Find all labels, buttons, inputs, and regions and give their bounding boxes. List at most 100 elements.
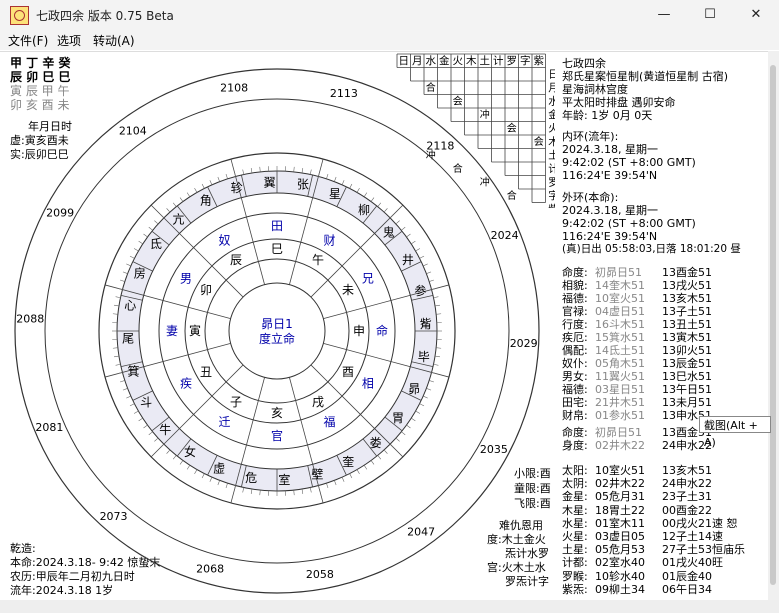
minimize-button[interactable]: — [641, 0, 687, 30]
grid-header: 土 [480, 54, 491, 67]
mansion-label: 箕 [128, 365, 140, 379]
star-row: 太阳: 10室火51 13亥木51 [562, 462, 767, 477]
palace-label: 相 [362, 377, 374, 391]
grid-cell: 会 [534, 135, 544, 148]
rp-title-3: 星海詞林宫度 [562, 83, 628, 96]
grid-side: 计 [548, 162, 555, 175]
grid-side: 日 [548, 69, 555, 81]
menu-rotate[interactable]: 转动(A) [93, 32, 135, 49]
star-row: 金星: 05危月31 23子土31 [562, 488, 767, 503]
feixian: 飞限:酉 [514, 497, 551, 510]
mansion-label: 奎 [342, 454, 354, 469]
year-label: 2081 [35, 421, 63, 434]
mingdu-val1: 初昴日51 [595, 426, 642, 439]
palace-row: 行度: 16斗木51 13丑土51 [562, 316, 762, 331]
xiaoxian: 小限:酉 [514, 467, 551, 480]
window-title: 七政四余 版本 0.75 Beta [36, 9, 174, 23]
grid-side: 月 [548, 82, 555, 94]
palace-label: 命 [376, 323, 388, 338]
nanchou-label: 难仇恩用 [499, 519, 543, 532]
mansion-label: 昴 [408, 382, 420, 396]
palace-row: 福德: 10室火51 13亥木51 [562, 290, 762, 305]
star-name: 紫炁: [562, 582, 588, 596]
year-label: 2029 [510, 337, 538, 350]
mansion-label: 尾 [122, 332, 134, 346]
status-bar [0, 600, 779, 613]
star-row: 紫炁: 09柳土34 06午日34 [562, 581, 767, 596]
grid-header: 金 [439, 54, 450, 67]
branch-label: 卯 [200, 283, 212, 297]
grid-side: 金 [548, 108, 555, 121]
mansion-label: 室 [278, 472, 290, 487]
branch-label: 未 [342, 283, 354, 297]
palace-row: 男女: 11翼火51 13巳水51 [562, 368, 762, 383]
grid-header: 罗 [507, 55, 518, 67]
maximize-button[interactable]: ☐ [687, 0, 733, 30]
mansion-label: 危 [245, 471, 257, 485]
grid-header: 字 [520, 54, 531, 67]
inner-ring-coord: 116:24'E 39:54'N [562, 169, 658, 182]
mingdu-label: 命度: [562, 426, 588, 439]
menu-file[interactable]: 文件(F) [8, 32, 48, 49]
close-button[interactable]: ✕ [733, 0, 779, 30]
year-label: 2035 [480, 443, 508, 456]
chart-canvas: 甲 丁 辛 癸 辰 卯 巳 巳 寅 辰 甲 午 卯 亥 酉 未 年月日时 虚:寅… [0, 51, 768, 601]
star-row: 罗睺: 10轸水40 01辰金40 [562, 568, 767, 583]
aspect-grid: 日月水金火木土计罗字紫日月水金火木土计罗字紫合会冲会会冲合冲合 [396, 53, 555, 209]
palace-label: 财 [323, 233, 335, 247]
shendu-val1: 02井木22 [595, 439, 645, 452]
mansion-label: 娄 [370, 435, 382, 450]
star-row: 太阴: 02井木22 24申水22 [562, 475, 767, 490]
branch-label: 丑 [200, 365, 212, 379]
menu-options[interactable]: 选项 [57, 32, 81, 49]
du-line-2: 炁计水罗 [505, 547, 549, 560]
grid-header: 日 [399, 55, 410, 67]
branch-label: 子 [230, 395, 242, 409]
outer-ring-label: 外环(本命): [562, 191, 619, 204]
menu-bar: 文件(F) 选项 转动(A) [0, 30, 779, 50]
mansion-label: 角 [200, 193, 212, 207]
mansion-label: 虚 [213, 461, 225, 475]
mansion-label: 心 [124, 298, 136, 312]
grid-side: 火 [548, 123, 555, 135]
inner-ring-label: 内环(流年): [562, 130, 619, 143]
palace-row: 福德: 03星日51 13午日51 [562, 381, 762, 396]
star-row: 计都: 02室水40 01戌火40 旺 [562, 554, 767, 569]
branch-label: 酉 [342, 365, 354, 379]
star-row: 木星: 18胃土22 00酉金22 [562, 502, 767, 517]
palace-label: 兄 [362, 272, 374, 286]
star-row: 火星: 03虚日05 12子土14 速 [562, 528, 767, 543]
grid-header: 木 [466, 55, 477, 67]
mansion-label: 星 [329, 187, 341, 201]
branch-label: 午 [312, 253, 324, 267]
branch-label: 亥 [271, 406, 283, 420]
mansion-label: 参 [414, 283, 426, 298]
scrollbar-thumb[interactable] [770, 65, 776, 585]
palace-row: 疾厄: 15箕水51 13寅木51 [562, 329, 762, 344]
palace-label: 田 [271, 219, 283, 233]
star-row: 水星: 01室木11 00戌火21 速 恕 [562, 515, 767, 530]
vertical-scrollbar[interactable] [768, 51, 779, 600]
mansion-label: 轸 [231, 181, 243, 195]
grid-header: 水 [426, 55, 437, 67]
du-line-1: 度:木土金火 [487, 533, 546, 546]
palace-label: 男 [180, 272, 192, 286]
gong-line-1: 宫:火木土水 [487, 561, 546, 574]
year-label: 2024 [491, 229, 519, 242]
mansion-label: 鬼 [383, 225, 395, 240]
palace-row: 命度: 初昴日51 13酉金51 [562, 264, 762, 279]
grid-side: 土 [548, 149, 555, 162]
app-icon [10, 6, 29, 25]
shendu-label: 身度: [562, 439, 588, 452]
outer-ring-time: 9:42:02 (ST +8:00 GMT) [562, 217, 696, 230]
year-label: 2073 [100, 510, 128, 523]
grid-cell: 冲 [480, 176, 490, 189]
year-label: 2088 [16, 313, 44, 326]
mansion-label: 房 [134, 265, 146, 280]
gong-line-2: 罗炁计字 [505, 575, 549, 588]
mansion-label: 毕 [418, 350, 430, 364]
mansion-label: 亢 [172, 211, 184, 226]
grid-cell: 合 [426, 81, 436, 94]
grid-side: 紫 [548, 204, 555, 209]
grid-cell: 冲 [480, 108, 490, 121]
